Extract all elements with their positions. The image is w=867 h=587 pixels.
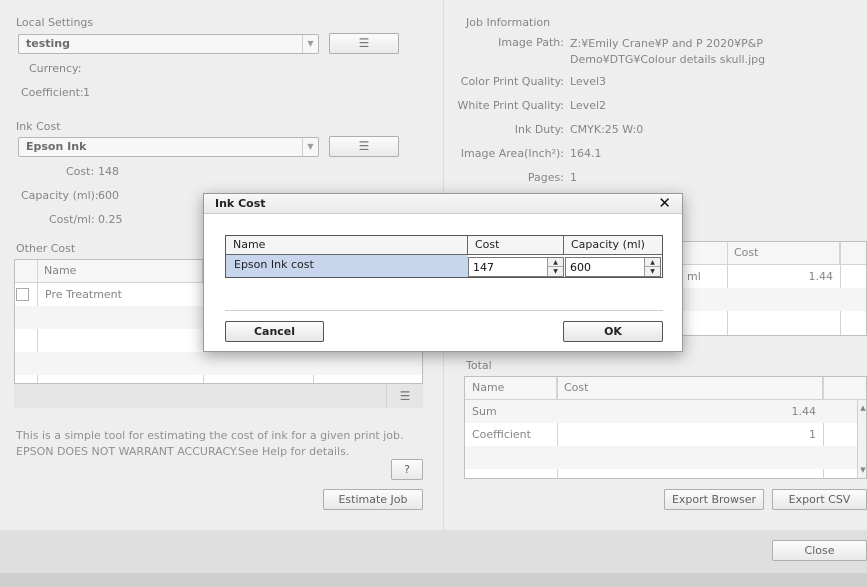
cancel-button[interactable]: Cancel	[225, 321, 324, 342]
ok-button[interactable]: OK	[563, 321, 663, 342]
dialog-title-bar: Ink Cost ✕	[204, 194, 682, 214]
capacity-stepper-value: 600	[570, 261, 591, 274]
stepper-down-icon[interactable]: ▼	[645, 267, 660, 276]
table-row[interactable]: Epson Ink cost 147 ▲ ▼ 600 ▲ ▼	[226, 255, 662, 277]
ink-cost-dialog: Ink Cost ✕ Name Cost Capacity (ml) Epson…	[203, 193, 683, 352]
dialog-title: Ink Cost	[215, 197, 266, 210]
dialog-col-name: Name	[226, 236, 468, 254]
cost-stepper[interactable]: 147 ▲ ▼	[468, 257, 564, 277]
cost-stepper-value: 147	[473, 261, 494, 274]
capacity-stepper[interactable]: 600 ▲ ▼	[565, 257, 661, 277]
stepper-down-icon[interactable]: ▼	[548, 267, 563, 276]
dialog-col-cost: Cost	[468, 236, 564, 254]
stepper-up-icon[interactable]: ▲	[548, 258, 563, 267]
dialog-ink-table: Name Cost Capacity (ml) Epson Ink cost 1…	[225, 235, 663, 278]
dialog-col-capacity: Capacity (ml)	[571, 238, 645, 251]
dialog-table-header: Name Cost Capacity (ml)	[226, 236, 662, 255]
dialog-separator	[225, 310, 663, 311]
close-icon[interactable]: ✕	[658, 194, 671, 212]
stepper-up-icon[interactable]: ▲	[645, 258, 660, 267]
dialog-row-name: Epson Ink cost	[226, 255, 468, 277]
